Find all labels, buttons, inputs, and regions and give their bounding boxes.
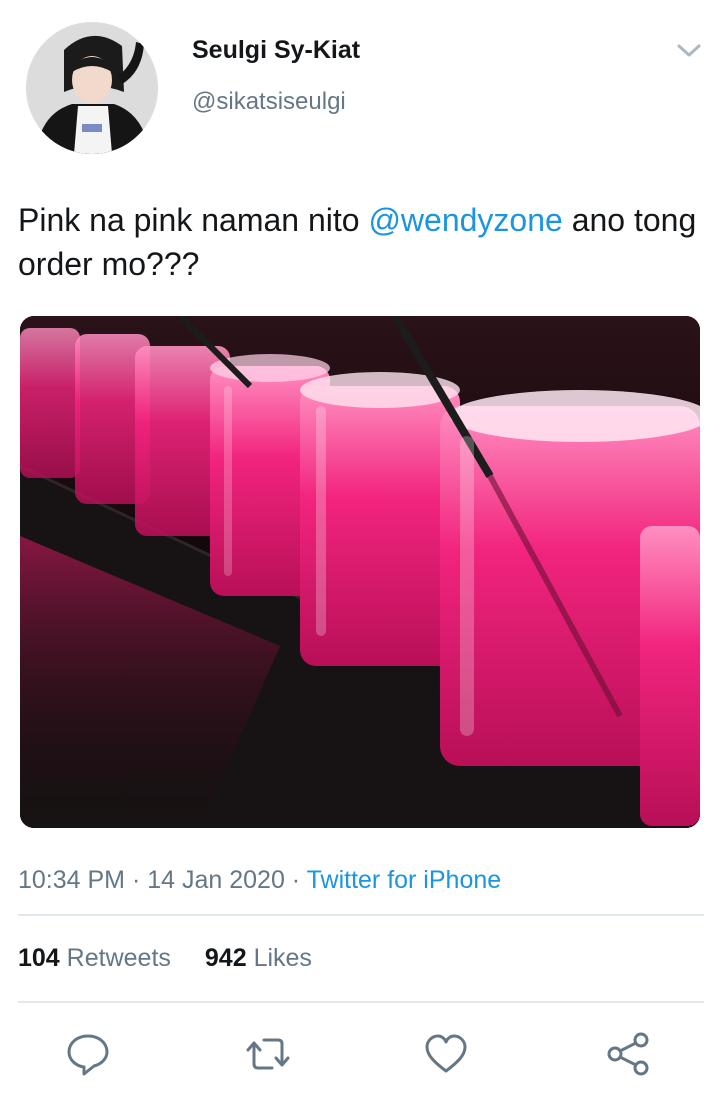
divider [18, 914, 704, 916]
retweets-count: 104 [18, 944, 60, 972]
tweet-actions [0, 1024, 720, 1084]
likes-count: 942 [204, 944, 247, 972]
reply-icon[interactable] [64, 1030, 112, 1078]
likes-stat[interactable]: 942 Likes [205, 944, 312, 972]
tweet-time[interactable]: 10:34 PM [18, 866, 125, 894]
meta-separator: · [125, 866, 148, 894]
avatar-photo [26, 22, 158, 154]
heart-icon[interactable] [422, 1030, 470, 1078]
likes-label: Likes [253, 944, 312, 972]
tweet-media-photo[interactable] [20, 316, 700, 828]
retweets-stat[interactable]: 104 Retweets [18, 944, 171, 972]
tweet-text: Pink na pink naman nito @wendyzone ano t… [18, 198, 708, 286]
user-handle[interactable]: @sikatsiseulgi [192, 88, 346, 116]
mention-link[interactable]: @wendyzone [368, 202, 562, 238]
tweet-text-before: Pink na pink naman nito [18, 202, 369, 238]
tweet-header: Seulgi Sy-Kiat @sikatsiseulgi [0, 0, 720, 170]
retweet-icon[interactable] [244, 1030, 292, 1078]
retweets-label: Retweets [66, 944, 171, 972]
divider [18, 1001, 704, 1003]
tweet-source-link[interactable]: Twitter for iPhone [307, 866, 502, 894]
display-name[interactable]: Seulgi Sy-Kiat [192, 36, 360, 65]
meta-separator: · [284, 866, 307, 894]
avatar[interactable] [26, 22, 158, 154]
tweet-date[interactable]: 14 Jan 2020 [147, 866, 285, 894]
chevron-down-icon[interactable] [674, 38, 704, 62]
tweet-stats: 104 Retweets 942 Likes [18, 944, 312, 973]
share-icon[interactable] [604, 1030, 652, 1078]
tweet-meta: 10:34 PM · 14 Jan 2020 · Twitter for iPh… [18, 866, 501, 895]
pink-drinks-photo [20, 316, 700, 828]
